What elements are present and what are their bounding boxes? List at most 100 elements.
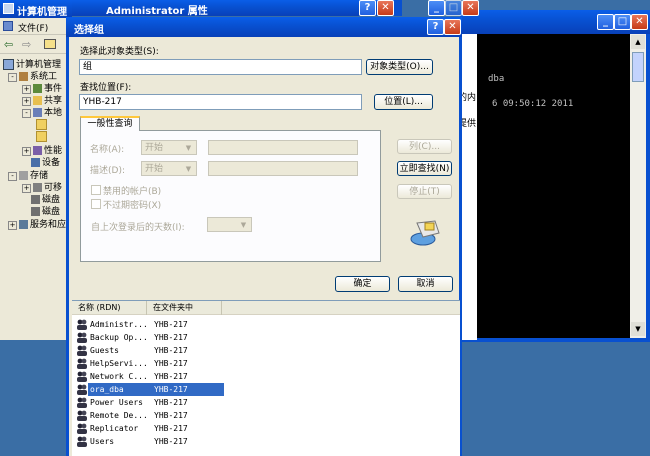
ok-button[interactable]: 确定 [335,276,390,292]
storage-icon [19,171,28,180]
expand-icon[interactable]: + [22,147,31,156]
back-arrow-icon[interactable]: ⇦ [4,38,13,51]
collapse-icon[interactable]: - [22,109,31,118]
properties-close-icon[interactable]: ✕ [377,0,394,16]
tab-general-query[interactable]: 一般性查询 [80,116,140,131]
console-line-1: dba [488,74,505,84]
removable-storage-icon [33,183,42,192]
scroll-up-icon[interactable]: ▲ [631,35,645,49]
result-row[interactable]: Network C... YHB-217 [72,370,460,383]
columns-button[interactable]: 列(C)... [397,139,452,154]
dialog-title-bar[interactable]: 选择组 [66,17,462,37]
tree-item-groups-folder[interactable] [36,131,49,143]
tree-item-disk-management[interactable]: 磁盘 [31,206,60,218]
file-menu-icon [3,21,13,31]
cm-title-bar[interactable]: 计算机管理 [0,0,72,18]
console-line-2: 6 09:50:12 2011 [492,99,574,109]
results-header: 名称 (RDN) 在文件夹中 [72,301,460,315]
properties-title-bar[interactable]: Administrator 属性 [72,0,394,17]
forward-arrow-icon[interactable]: ⇨ [22,38,31,51]
properties-help-icon[interactable]: ? [359,0,376,16]
expand-icon[interactable]: + [22,97,31,106]
console-window: _ □ ✕ dba 6 09:50:12 2011 ▲ ▼ [460,10,650,342]
stop-button[interactable]: 停止(T) [397,184,452,199]
cm-tree: 计算机管理 - 系统工 + 事件 + 共享 - 本地 + 性能 设备 - 存储 + 可移 [0,57,72,237]
chevron-down-icon: ▼ [240,221,247,229]
expand-icon[interactable]: + [8,221,17,230]
console-maximize-icon[interactable]: □ [614,14,631,30]
folder-icon [36,119,47,130]
folder-icon [36,131,47,142]
result-row[interactable]: Replicator YHB-217 [72,422,460,435]
days-since-logon-select[interactable]: ▼ [207,217,252,232]
tree-item-root[interactable]: 计算机管理 [3,59,61,71]
scroll-down-icon[interactable]: ▼ [631,322,645,336]
disk-icon [31,207,40,216]
chevron-down-icon: ▼ [185,165,192,173]
dialog-help-icon[interactable]: ? [427,19,444,35]
console-screen[interactable]: dba 6 09:50:12 2011 [464,34,630,338]
tree-item-shared-folders[interactable]: + 共享 [22,95,62,107]
disabled-accounts-label: 禁用的帐户(B) [103,187,162,197]
result-row[interactable]: Guests YHB-217 [72,344,460,357]
name-mode-select[interactable]: 开始 ▼ [141,140,197,155]
collapse-icon[interactable]: - [8,172,17,181]
group-icon [77,410,87,421]
results-rows: Administr... YHB-217 Backup Op... YHB-21… [72,318,460,456]
tree-item-device-manager[interactable]: 设备 [31,157,60,169]
up-folder-icon[interactable] [44,39,56,49]
dialog-close-icon[interactable]: ✕ [444,19,461,35]
window-maximize-icon[interactable]: □ [445,0,462,16]
shared-folder-icon [33,96,42,105]
tree-item-users-folder[interactable] [36,119,49,131]
scroll-thumb[interactable] [632,52,644,82]
result-row[interactable]: Users YHB-217 [72,435,460,448]
collapse-icon[interactable]: - [8,73,17,82]
chevron-down-icon: ▼ [185,144,192,152]
object-types-button[interactable]: 对象类型(O)... [366,59,433,75]
tree-item-local-users[interactable]: - 本地 [22,107,62,119]
group-icon [77,384,87,395]
non-expiring-password-checkbox[interactable] [91,199,101,209]
result-row[interactable]: Power Users YHB-217 [72,396,460,409]
tree-item-event-viewer[interactable]: + 事件 [22,83,62,95]
tree-item-performance[interactable]: + 性能 [22,145,62,157]
tree-item-system-tools[interactable]: - 系统工 [8,71,57,83]
description-label: 描述(D): [90,166,125,176]
tree-item-storage[interactable]: - 存储 [8,170,48,182]
result-row[interactable]: HelpServi... YHB-217 [72,357,460,370]
locations-button[interactable]: 位置(L)... [374,94,433,110]
column-header-name[interactable]: 名称 (RDN) [72,301,147,315]
console-close-icon[interactable]: ✕ [631,14,648,30]
find-now-button[interactable]: 立即查找(N) [397,161,452,176]
users-icon [33,108,42,117]
expand-icon[interactable]: + [22,85,31,94]
tree-item-removable[interactable]: + 可移 [22,182,62,194]
disabled-accounts-checkbox[interactable] [91,185,101,195]
cm-toolbar: ⇦ ⇨ [0,36,72,54]
tree-item-services[interactable]: + 服务和应 [8,219,66,231]
name-input[interactable] [208,140,358,155]
group-icon [77,423,87,434]
description-input[interactable] [208,161,358,176]
result-row[interactable]: Administr... YHB-217 [72,318,460,331]
expand-icon[interactable]: + [22,184,31,193]
menu-file[interactable]: 文件(F) [18,21,48,34]
cm-title: 计算机管理 [17,7,67,18]
search-results-list[interactable]: 名称 (RDN) 在文件夹中 Administr... YHB-217 Back… [72,300,460,456]
services-icon [19,220,28,229]
result-row[interactable]: Remote De... YHB-217 [72,409,460,422]
tree-item-defrag[interactable]: 磁盘 [31,194,60,206]
cancel-button[interactable]: 取消 [398,276,453,292]
result-row-selected[interactable]: ora_dba YHB-217 [72,383,460,396]
window-close-icon[interactable]: ✕ [462,0,479,16]
event-icon [33,84,42,93]
result-row[interactable]: Backup Op... YHB-217 [72,331,460,344]
window-minimize-icon[interactable]: _ [428,0,445,16]
console-scrollbar[interactable]: ▲ ▼ [630,34,646,338]
description-mode-select[interactable]: 开始 ▼ [141,161,197,176]
console-minimize-icon[interactable]: _ [597,14,614,30]
column-header-folder[interactable]: 在文件夹中 [147,301,222,315]
properties-title: Administrator 属性 [106,6,208,17]
group-icon [77,436,87,447]
